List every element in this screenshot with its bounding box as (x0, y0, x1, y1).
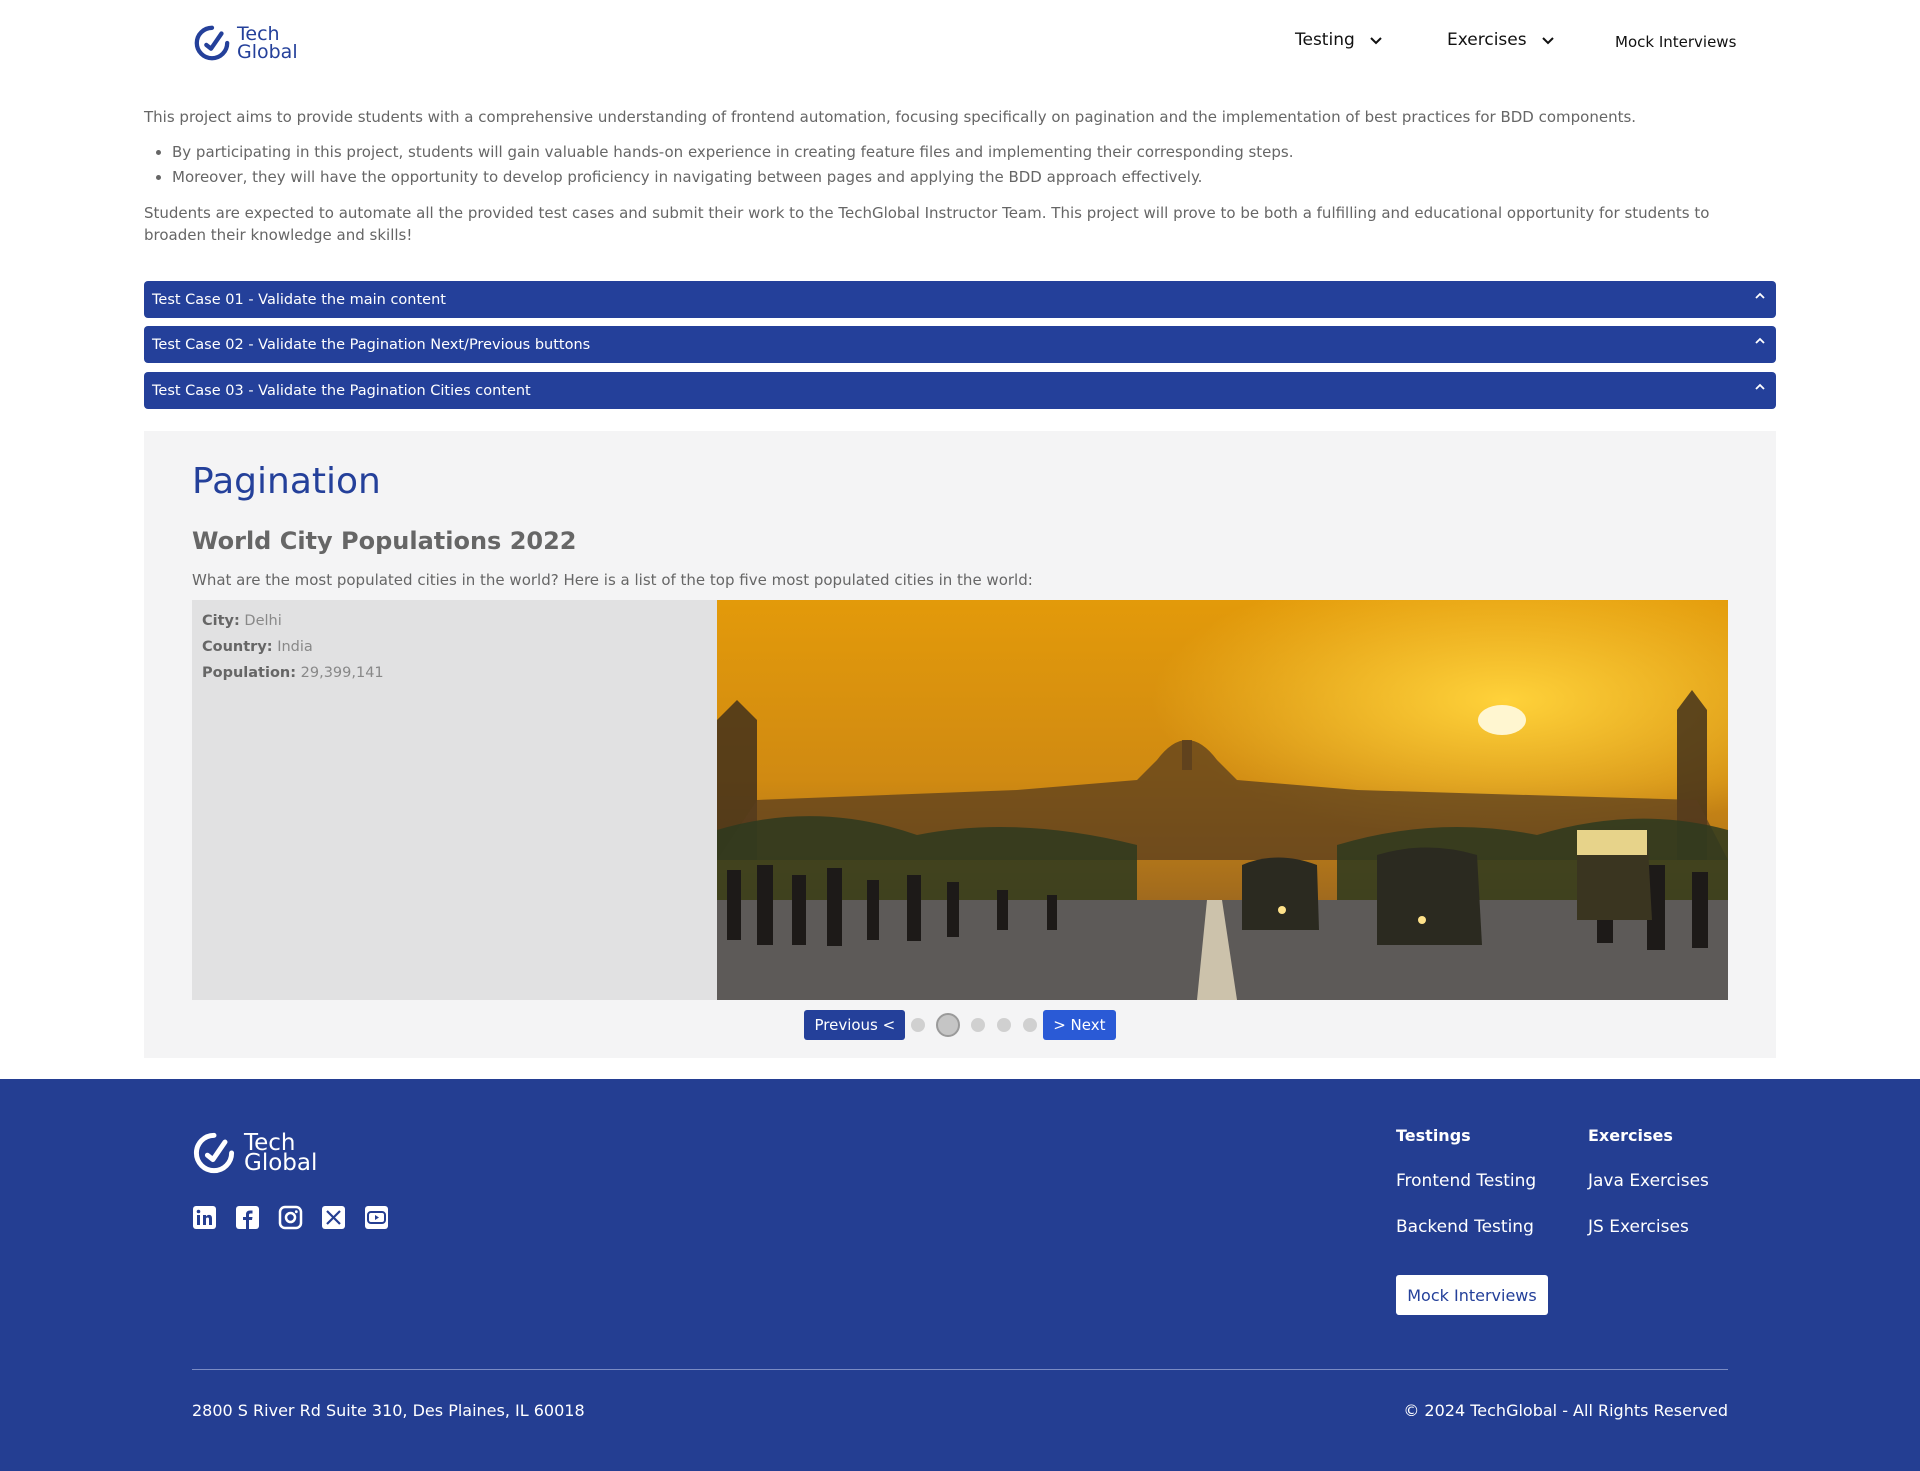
youtube-icon[interactable] (364, 1205, 389, 1230)
footer-logo-text-global: Global (244, 1150, 318, 1176)
logo-text-global: Global (237, 41, 298, 63)
site-footer: Tech Global Testings Frontend Testing Ba… (0, 1079, 1920, 1471)
footer-mock-interviews-button[interactable]: Mock Interviews (1396, 1275, 1548, 1315)
accordion-label: Test Case 02 - Validate the Pagination N… (152, 336, 591, 353)
city-label: City: (202, 613, 240, 629)
site-header: Tech Global Testing Exercises Mock Inter… (0, 0, 1920, 86)
footer-copyright: © 2024 TechGlobal - All Rights Reserved (1403, 1401, 1728, 1420)
accordion-test-case-01[interactable]: Test Case 01 - Validate the main content (144, 281, 1776, 318)
pagination-controls: Previous < > Next (144, 1010, 1776, 1040)
techglobal-logo[interactable]: Tech Global (193, 24, 298, 62)
nav-mock-interviews[interactable]: Mock Interviews (1615, 33, 1736, 51)
nav-exercises-label: Exercises (1447, 30, 1527, 50)
page-dot-3[interactable] (971, 1018, 986, 1032)
social-links (192, 1205, 407, 1230)
footer-divider (192, 1369, 1728, 1370)
logo-icon (193, 1132, 235, 1174)
city-row: City: Delhi (202, 608, 707, 634)
footer-link-frontend-testing[interactable]: Frontend Testing (1396, 1171, 1536, 1191)
accordion-label: Test Case 03 - Validate the Pagination C… (152, 382, 531, 399)
instagram-icon[interactable] (278, 1205, 303, 1230)
facebook-icon[interactable] (235, 1205, 260, 1230)
page-dot-5[interactable] (1023, 1018, 1038, 1032)
intro-bullet: By participating in this project, studen… (172, 140, 1774, 165)
intro-paragraph-closing: Students are expected to automate all th… (144, 204, 1710, 244)
footer-address: 2800 S River Rd Suite 310, Des Plaines, … (192, 1401, 585, 1420)
accordion-test-case-02[interactable]: Test Case 02 - Validate the Pagination N… (144, 326, 1776, 363)
nav-testing-dropdown[interactable]: Testing (1295, 30, 1383, 50)
x-icon[interactable] (321, 1205, 346, 1230)
project-intro: This project aims to provide students wi… (144, 106, 1774, 246)
chevron-up-icon (1755, 383, 1765, 390)
country-row: Country: India (202, 634, 707, 660)
linkedin-icon[interactable] (192, 1205, 217, 1230)
population-row: Population: 29,399,141 (202, 660, 707, 686)
intro-bullet-list: By participating in this project, studen… (172, 140, 1774, 190)
page-dot-4[interactable] (997, 1018, 1012, 1032)
footer-link-backend-testing[interactable]: Backend Testing (1396, 1217, 1536, 1237)
chevron-up-icon (1755, 337, 1765, 344)
footer-link-java-exercises[interactable]: Java Exercises (1588, 1171, 1709, 1191)
page-title: Pagination (192, 461, 381, 502)
country-value: India (277, 639, 313, 655)
pagination-card: Pagination World City Populations 2022 W… (144, 431, 1776, 1058)
intro-bullet: Moreover, they will have the opportunity… (172, 165, 1774, 190)
intro-paragraph: This project aims to provide students wi… (144, 108, 1637, 126)
nav-exercises-dropdown[interactable]: Exercises (1447, 30, 1555, 50)
chevron-down-icon (1370, 37, 1382, 45)
accordion-test-case-03[interactable]: Test Case 03 - Validate the Pagination C… (144, 372, 1776, 409)
footer-column-exercises: Exercises Java Exercises JS Exercises (1588, 1126, 1709, 1237)
footer-logo[interactable]: Tech Global (192, 1131, 317, 1175)
page-dot-1[interactable] (911, 1018, 926, 1032)
nav-testing-label: Testing (1295, 30, 1355, 50)
footer-link-js-exercises[interactable]: JS Exercises (1588, 1217, 1709, 1237)
population-label: Population: (202, 665, 297, 681)
city-image (717, 600, 1728, 1000)
chevron-up-icon (1755, 292, 1765, 299)
next-button[interactable]: > Next (1043, 1010, 1116, 1040)
population-value: 29,399,141 (300, 665, 384, 681)
footer-column-title: Testings (1396, 1126, 1471, 1145)
country-label: Country: (202, 639, 273, 655)
chevron-down-icon (1541, 37, 1554, 45)
section-subtitle: World City Populations 2022 (192, 527, 577, 555)
logo-icon (194, 25, 230, 61)
city-value: Delhi (244, 613, 282, 629)
section-description: What are the most populated cities in th… (192, 571, 1033, 589)
page-dot-2-active[interactable] (936, 1013, 961, 1037)
accordion-label: Test Case 01 - Validate the main content (152, 291, 446, 308)
city-info-panel: City: Delhi Country: India Population: 2… (192, 600, 717, 1000)
previous-button[interactable]: Previous < (804, 1010, 906, 1040)
footer-column-title: Exercises (1588, 1126, 1673, 1145)
footer-column-testings: Testings Frontend Testing Backend Testin… (1396, 1126, 1536, 1237)
